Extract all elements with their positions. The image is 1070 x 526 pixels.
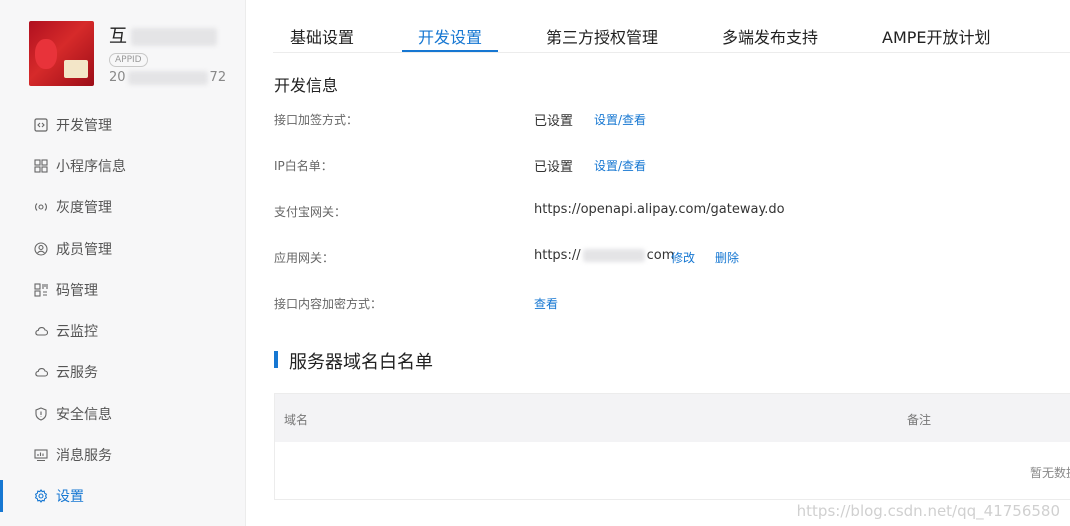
empty-state-text: 暂无数据	[1030, 466, 1070, 480]
qrcode-icon	[34, 283, 48, 297]
sidebar-item-label: 设置	[56, 489, 84, 505]
sidebar-item-miniapp-info[interactable]: 小程序信息	[0, 148, 245, 184]
sidebar-item-code-management[interactable]: 码管理	[0, 272, 245, 308]
code-icon	[34, 118, 48, 132]
redacted-block	[582, 249, 645, 262]
alipay-gateway-value: https://openapi.alipay.com/gateway.do	[534, 202, 785, 217]
sidebar-item-label: 开发管理	[56, 118, 112, 134]
ip-whitelist-label: IP白名单：	[274, 159, 333, 173]
redacted-block	[131, 28, 217, 46]
sidebar-item-settings[interactable]: 设置	[0, 478, 245, 514]
ip-whitelist-value: 已设置	[534, 160, 574, 175]
app-gateway-label: 应用网关：	[274, 251, 335, 265]
grid-icon	[34, 159, 48, 173]
sidebar-item-label: 消息服务	[56, 448, 112, 464]
sidebar-item-security-info[interactable]: 安全信息	[0, 396, 245, 432]
sidebar-item-message-service[interactable]: 消息服务	[0, 437, 245, 473]
app-id: 20 72	[109, 70, 227, 85]
sidebar: 互 APPID 20 72 开发管理 小程序信息 灰度管理 成员管理 码管理 云…	[0, 0, 246, 526]
sign-method-link[interactable]: 设置/查看	[594, 111, 646, 128]
tab-basic-settings[interactable]: 基础设置	[290, 24, 354, 48]
user-circle-icon	[34, 242, 48, 256]
card-graphic	[64, 60, 88, 78]
table-header: 域名 备注	[275, 394, 1070, 442]
lantern-graphic	[35, 39, 57, 69]
settings-tabs: 基础设置 开发设置 第三方授权管理 多端发布支持 AMPE开放计划	[273, 14, 1070, 53]
cloud-icon	[34, 324, 48, 338]
sidebar-item-label: 小程序信息	[56, 159, 126, 175]
sidebar-item-label: 云服务	[56, 365, 98, 381]
sidebar-item-label: 码管理	[56, 283, 98, 299]
sidebar-item-label: 成员管理	[56, 242, 112, 258]
domain-whitelist-table: 域名 备注 暂无数据	[274, 393, 1070, 500]
sidebar-item-label: 灰度管理	[56, 200, 112, 216]
tab-third-party-auth[interactable]: 第三方授权管理	[546, 24, 658, 48]
monitor-chart-icon	[34, 448, 48, 462]
app-gateway-value: https://com	[534, 248, 675, 263]
section-accent-bar	[274, 351, 278, 368]
column-header-note: 备注	[907, 413, 932, 427]
ip-whitelist-link[interactable]: 设置/查看	[594, 157, 646, 174]
domain-whitelist-title: 服务器域名白名单	[289, 352, 433, 373]
sidebar-item-cloud-monitor[interactable]: 云监控	[0, 313, 245, 349]
sign-method-label: 接口加签方式：	[274, 113, 359, 127]
app-gateway-delete-link[interactable]: 删除	[715, 249, 739, 266]
broadcast-icon	[34, 200, 48, 214]
content-encrypt-link[interactable]: 查看	[534, 295, 558, 312]
app-name: 互	[109, 22, 217, 48]
cloud-icon	[34, 365, 48, 379]
appid-tag: APPID	[109, 53, 148, 67]
tab-ampe-plan[interactable]: AMPE开放计划	[882, 24, 991, 48]
sign-method-value: 已设置	[534, 114, 574, 129]
tab-dev-settings[interactable]: 开发设置	[418, 24, 482, 48]
sidebar-item-label: 安全信息	[56, 407, 112, 423]
sidebar-item-gray-management[interactable]: 灰度管理	[0, 189, 245, 225]
gear-icon	[34, 489, 48, 503]
sidebar-item-member-management[interactable]: 成员管理	[0, 231, 245, 267]
shield-icon	[34, 407, 48, 421]
sidebar-item-label: 云监控	[56, 324, 98, 340]
alipay-gateway-label: 支付宝网关：	[274, 205, 347, 219]
redacted-block	[127, 70, 208, 85]
tab-multi-platform[interactable]: 多端发布支持	[722, 24, 818, 48]
column-header-domain: 域名	[284, 413, 309, 427]
app-gateway-edit-link[interactable]: 修改	[671, 249, 695, 266]
sidebar-item-cloud-service[interactable]: 云服务	[0, 354, 245, 390]
content-encrypt-label: 接口内容加密方式：	[274, 297, 383, 311]
active-tab-indicator	[402, 50, 498, 52]
dev-info-title: 开发信息	[274, 76, 339, 95]
watermark-text: https://blog.csdn.net/qq_41756580	[796, 502, 1060, 520]
sidebar-item-dev-management[interactable]: 开发管理	[0, 107, 245, 143]
app-logo	[29, 21, 94, 86]
